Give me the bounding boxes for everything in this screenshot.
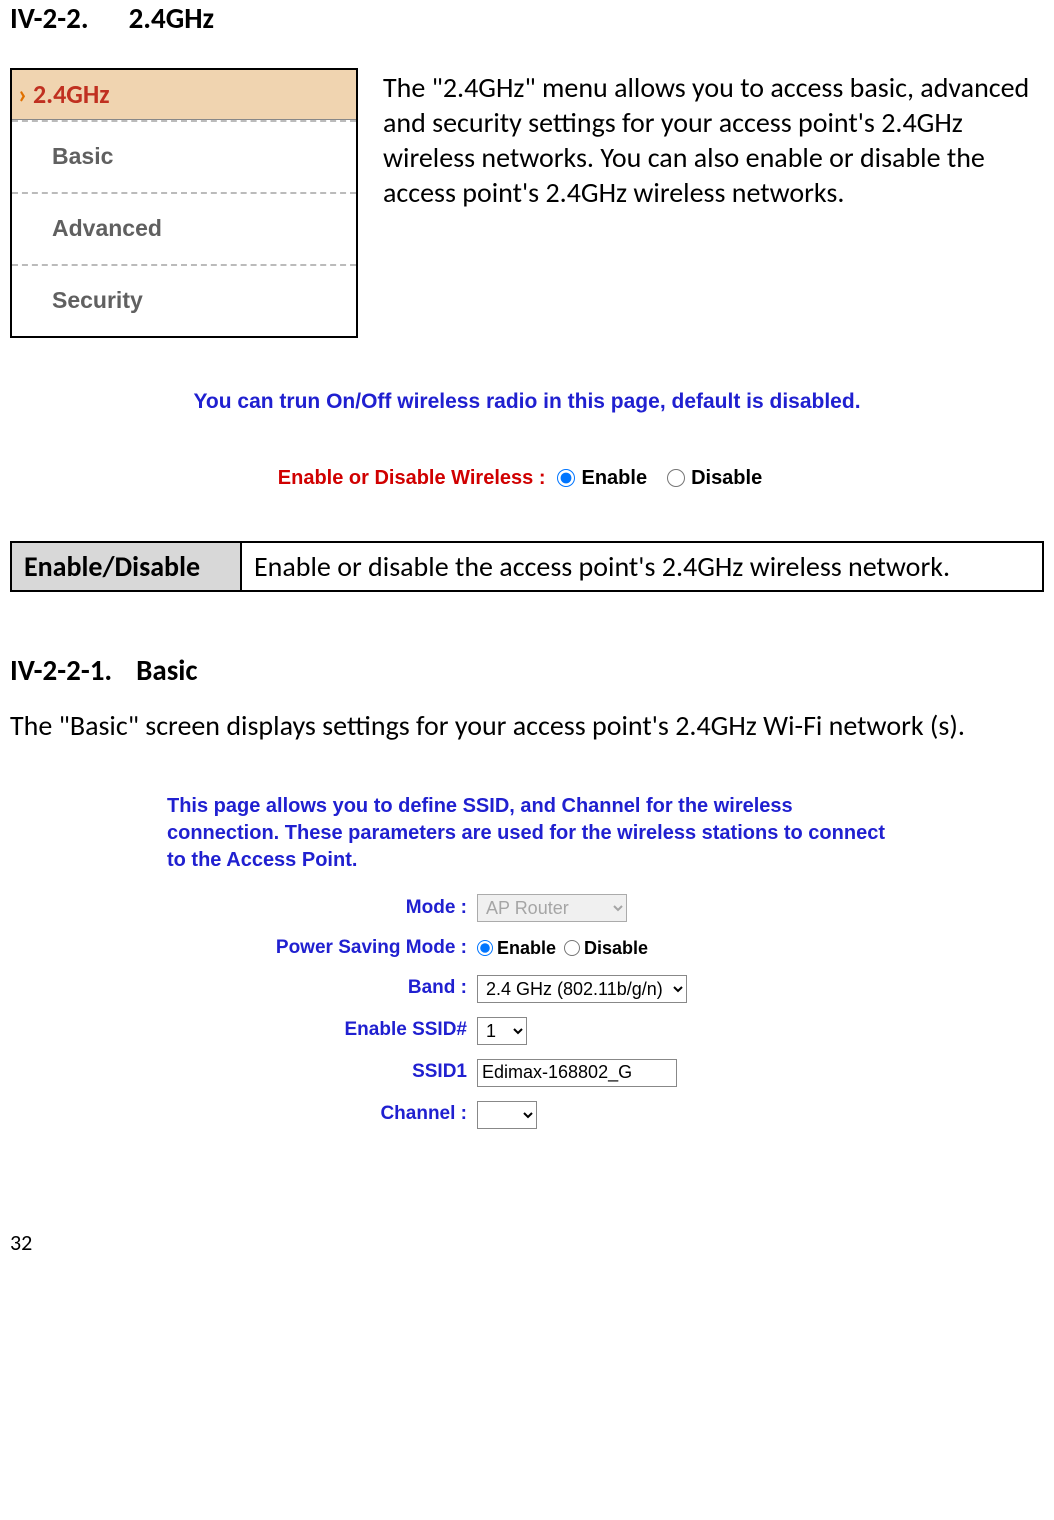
ssid1-input[interactable] [477,1059,677,1087]
psm-enable-radio[interactable] [477,940,493,956]
essid-label: Enable SSID# [167,1018,477,1043]
subsection-paragraph: The "Basic" screen displays settings for… [10,708,1044,743]
section-heading-1: IV-2-2. 2.4GHz [10,0,1044,38]
nav-item-advanced[interactable]: Advanced [12,192,356,264]
section-title: 2.4GHz [129,0,214,36]
channel-label: Channel : [167,1102,477,1127]
form-intro-text: This page allows you to define SSID, and… [167,793,887,874]
table-row: Enable/Disable Enable or disable the acc… [11,542,1043,591]
nav-header-label: 2.4GHz [33,78,110,112]
psm-label: Power Saving Mode : [167,936,477,961]
band-select[interactable]: 2.4 GHz (802.11b/g/n) [477,975,687,1003]
form-row-channel: Channel : [167,1101,887,1129]
form-row-band: Band : 2.4 GHz (802.11b/g/n) [167,975,887,1003]
enable-disable-label: Enable or Disable Wireless : [278,465,546,491]
band-label: Band : [167,976,477,1001]
subsection-number: IV-2-2-1. [10,652,112,688]
section-heading-2: IV-2-2-1. Basic [10,652,1044,690]
psm-radio-group: Enable Disable [477,937,648,960]
channel-select[interactable] [477,1101,537,1129]
nav-header[interactable]: › 2.4GHz [12,70,356,121]
page-number: 32 [10,1229,1044,1258]
table-data-cell: Enable or disable the access point's 2.4… [241,542,1043,591]
radio-enable-label: Enable [581,465,647,491]
nav-item-security[interactable]: Security [12,264,356,336]
essid-select[interactable]: 1 [477,1017,527,1045]
nav-item-basic[interactable]: Basic [12,120,356,192]
subsection-title: Basic [136,652,197,688]
psm-disable-radio[interactable] [564,940,580,956]
table-header-cell: Enable/Disable [11,542,241,591]
enable-disable-table: Enable/Disable Enable or disable the acc… [10,541,1044,592]
intro-paragraph: The "2.4GHz" menu allows you to access b… [383,68,1044,338]
nav-screenshot: › 2.4GHz Basic Advanced Security [10,68,358,338]
radio-enable[interactable] [557,469,575,487]
mode-select: AP Router [477,894,627,922]
section-number: IV-2-2. [10,0,89,36]
intro-row: › 2.4GHz Basic Advanced Security The "2.… [10,68,1044,338]
chevron-right-icon: › [18,78,27,112]
hint-text: You can trun On/Off wireless radio in th… [10,388,1044,415]
radio-disable[interactable] [667,469,685,487]
form-row-mode: Mode : AP Router [167,894,887,922]
form-row-psm: Power Saving Mode : Enable Disable [167,936,887,961]
psm-enable-label: Enable [497,937,556,960]
radio-disable-label: Disable [691,465,762,491]
basic-form-screenshot: This page allows you to define SSID, and… [167,793,887,1129]
ssid1-label: SSID1 [167,1060,477,1085]
enable-disable-control: Enable or Disable Wireless : Enable Disa… [10,465,1044,491]
mode-label: Mode : [167,896,477,921]
form-row-ssid1: SSID1 [167,1059,887,1087]
form-row-essid: Enable SSID# 1 [167,1017,887,1045]
psm-disable-label: Disable [584,937,648,960]
